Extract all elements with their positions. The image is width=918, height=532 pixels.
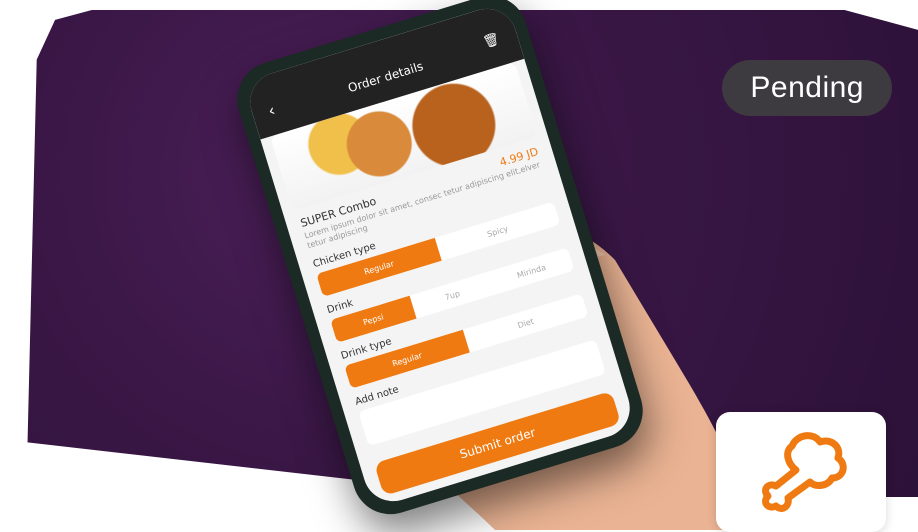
chicken-leg-logo-icon	[762, 432, 847, 512]
app-logo-tile	[716, 412, 886, 532]
status-badge: Pending	[722, 60, 892, 116]
